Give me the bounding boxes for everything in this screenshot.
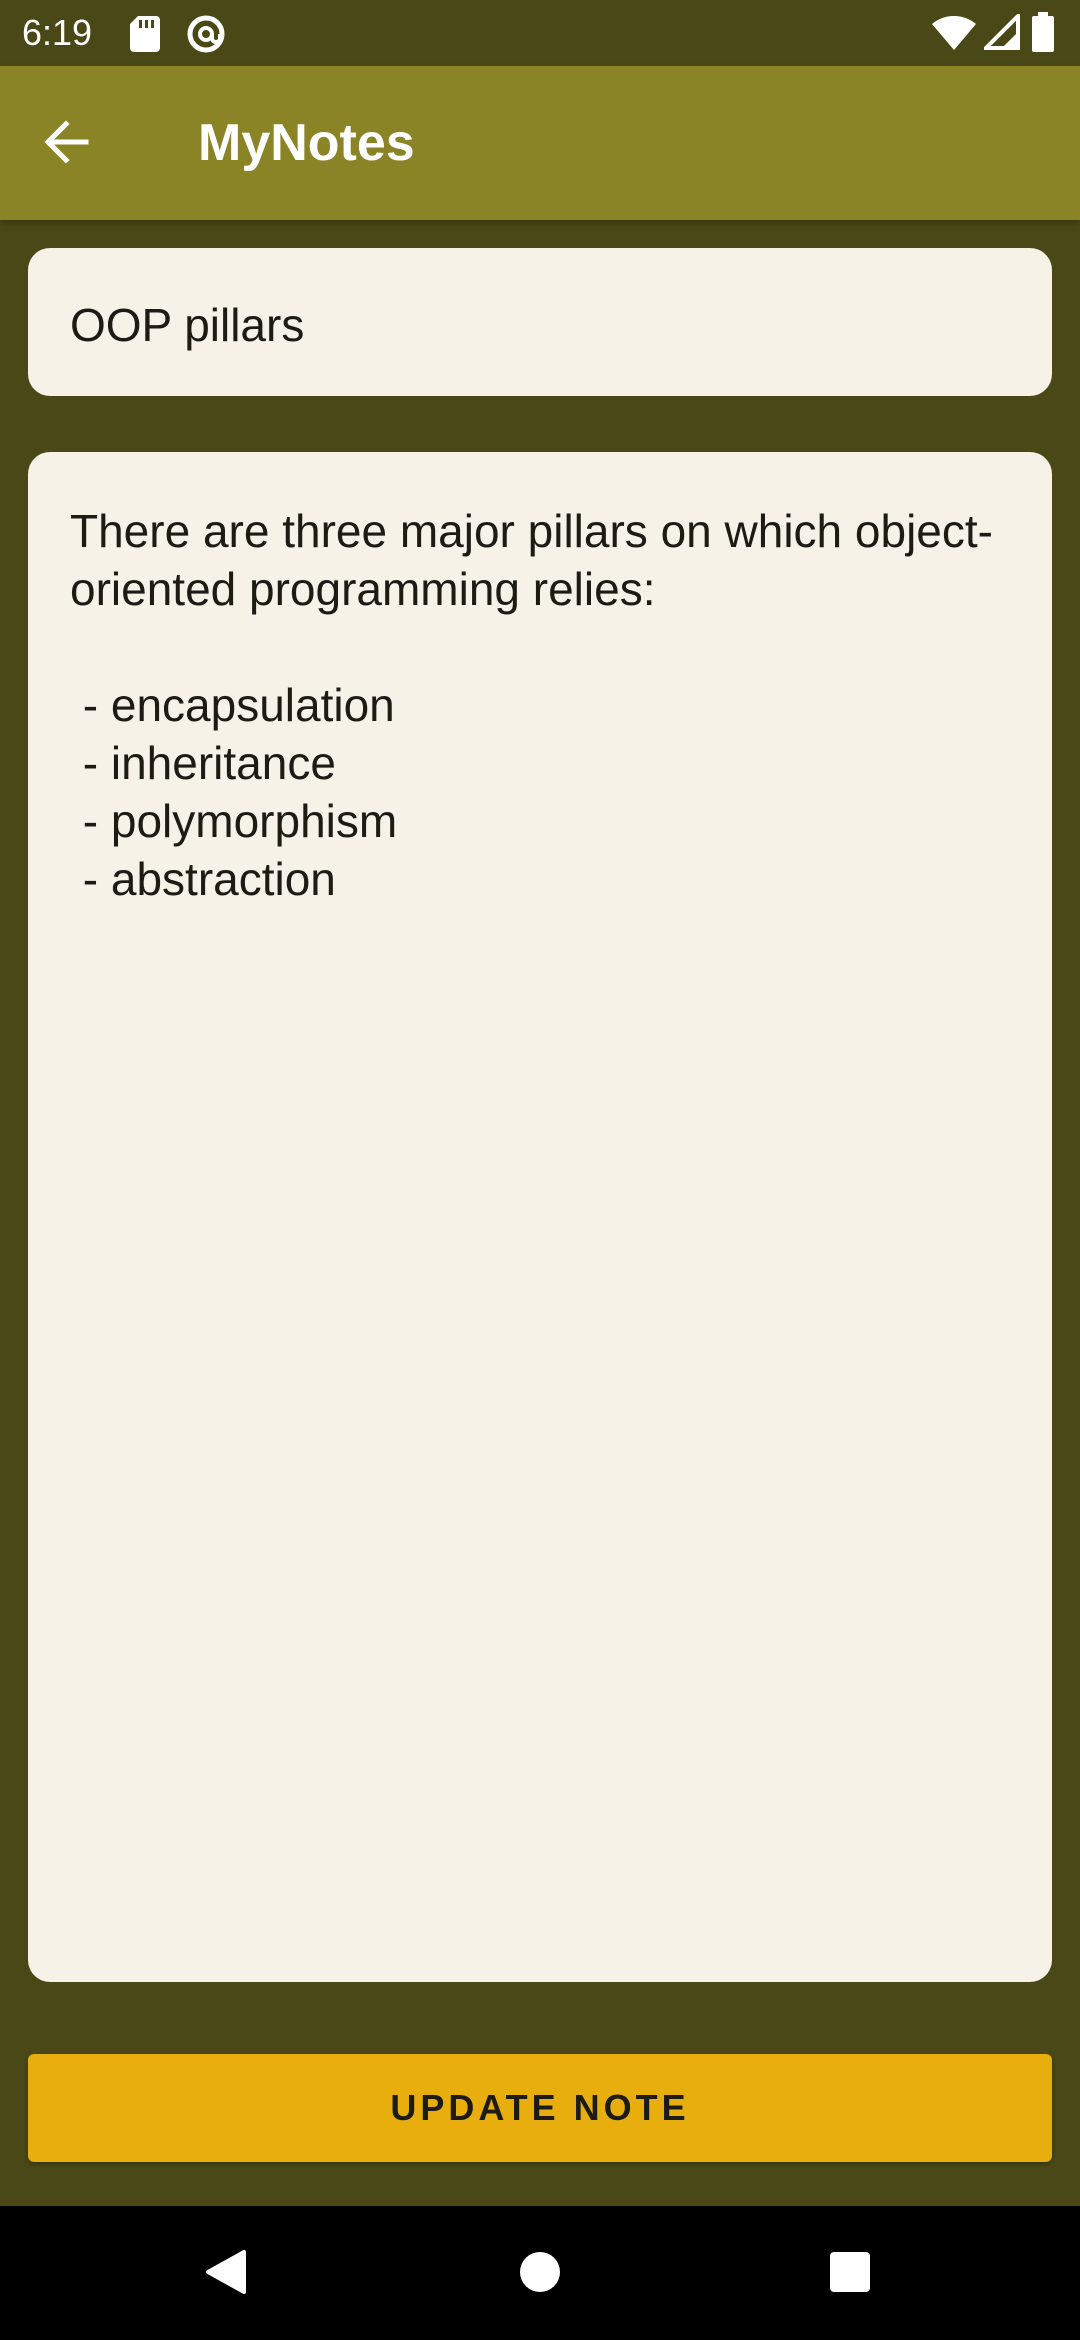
back-triangle-icon bbox=[204, 2248, 248, 2301]
signal-icon bbox=[981, 11, 1020, 55]
at-sign-icon bbox=[186, 14, 226, 59]
note-body-field[interactable]: There are three major pillars on which o… bbox=[28, 452, 1052, 1982]
recents-square-icon bbox=[828, 2250, 872, 2299]
back-button[interactable] bbox=[30, 108, 102, 180]
nav-home-button[interactable] bbox=[498, 2232, 582, 2316]
app-bar: MyNotes bbox=[0, 66, 1080, 220]
home-circle-icon bbox=[518, 2250, 562, 2299]
arrow-left-icon bbox=[42, 118, 90, 171]
nav-recents-button[interactable] bbox=[808, 2232, 892, 2316]
app-title: MyNotes bbox=[198, 114, 415, 172]
battery-icon bbox=[1032, 12, 1054, 57]
update-note-button[interactable]: UPDATE NOTE bbox=[28, 2054, 1052, 2162]
wifi-icon bbox=[932, 15, 976, 57]
status-time: 6:19 bbox=[22, 12, 93, 53]
note-title-field[interactable]: OOP pillars bbox=[28, 248, 1052, 396]
status-bar: 6:19 bbox=[0, 0, 1080, 66]
sd-card-icon bbox=[130, 16, 160, 57]
nav-back-button[interactable] bbox=[184, 2232, 268, 2316]
navigation-bar bbox=[0, 2206, 1080, 2340]
